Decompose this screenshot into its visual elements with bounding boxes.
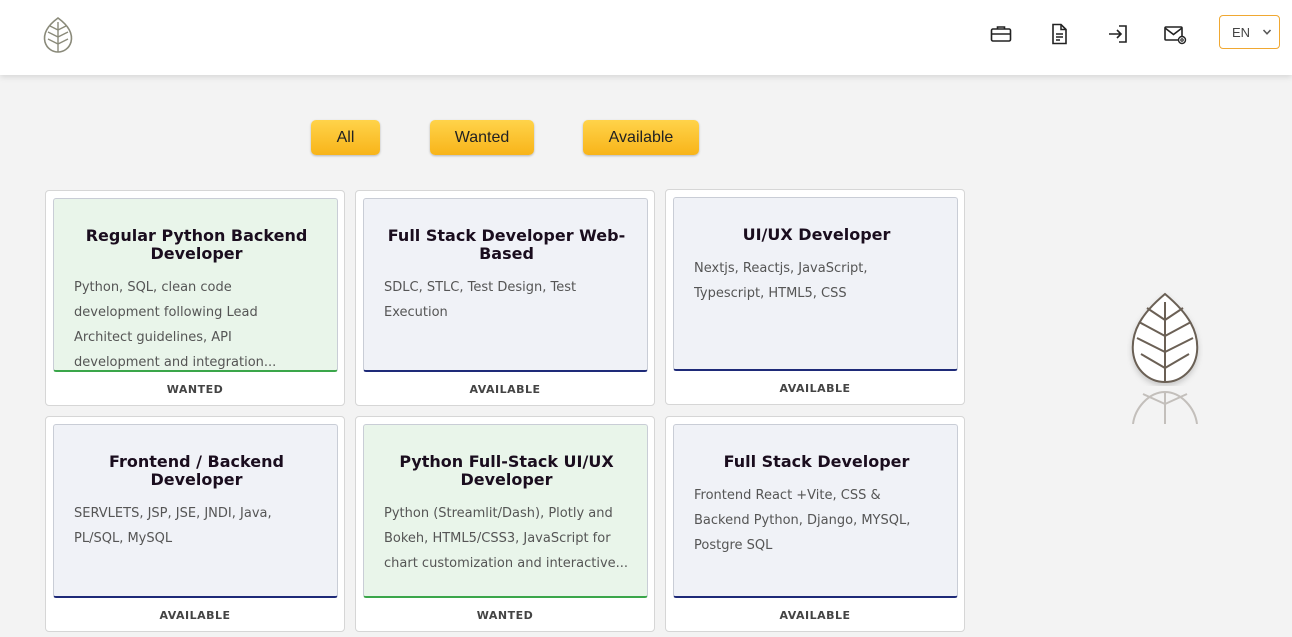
mail-icon[interactable]	[1163, 22, 1187, 46]
language-select[interactable]: EN	[1219, 15, 1280, 49]
job-card-body: Full Stack Developer Frontend React +Vit…	[673, 424, 958, 598]
job-description: SDLC, STLC, Test Design, Test Execution	[384, 280, 577, 320]
job-title: Full Stack Developer Web-Based	[387, 226, 626, 263]
job-card[interactable]: Regular Python Backend Developer Python,…	[45, 190, 345, 406]
filter-all-button[interactable]: All	[311, 120, 380, 155]
top-header: EN	[0, 0, 1292, 75]
job-description: Nextjs, Reactjs, JavaScript, Typescript,…	[694, 261, 868, 301]
job-card[interactable]: Full Stack Developer Web-Based SDLC, STL…	[355, 190, 655, 406]
job-card-body: Full Stack Developer Web-Based SDLC, STL…	[363, 198, 648, 372]
job-description: SERVLETS, JSP, JSE, JNDI, Java, PL/SQL, …	[74, 506, 272, 546]
job-title: Frontend / Backend Developer	[109, 452, 284, 489]
job-status: AVAILABLE	[779, 382, 851, 395]
leaf-decoration-icon	[1131, 292, 1199, 384]
job-description: Python (Streamlit/Dash), Plotly and Boke…	[384, 506, 629, 571]
job-title: Full Stack Developer	[723, 452, 910, 471]
job-title: UI/UX Developer	[742, 225, 891, 244]
job-status: WANTED	[476, 609, 534, 622]
job-title: Python Full-Stack UI/UX Developer	[399, 452, 614, 489]
job-description: Frontend React +Vite, CSS & Backend Pyth…	[694, 488, 911, 553]
job-status: AVAILABLE	[159, 609, 231, 622]
chevron-down-icon	[1262, 29, 1272, 35]
job-card-body: Python Full-Stack UI/UX Developer Python…	[363, 424, 648, 598]
job-status: WANTED	[166, 383, 224, 396]
document-icon[interactable]	[1047, 22, 1071, 46]
job-card[interactable]: Frontend / Backend Developer SERVLETS, J…	[45, 416, 345, 632]
job-card-body: UI/UX Developer Nextjs, Reactjs, JavaScr…	[673, 197, 958, 371]
job-card[interactable]: Python Full-Stack UI/UX Developer Python…	[355, 416, 655, 632]
leaf-reflection-icon	[1132, 390, 1198, 424]
leaf-logo-icon[interactable]	[41, 16, 75, 54]
language-value: EN	[1232, 24, 1251, 40]
briefcase-icon[interactable]	[989, 22, 1013, 46]
filter-wanted-button[interactable]: Wanted	[430, 120, 534, 155]
login-icon[interactable]	[1106, 22, 1130, 46]
job-card[interactable]: UI/UX Developer Nextjs, Reactjs, JavaScr…	[665, 189, 965, 405]
job-card-body: Frontend / Backend Developer SERVLETS, J…	[53, 424, 338, 598]
job-card-body: Regular Python Backend Developer Python,…	[53, 198, 338, 372]
job-title: Regular Python Backend Developer	[85, 226, 308, 263]
filter-available-button[interactable]: Available	[583, 120, 699, 155]
job-description: Python, SQL, clean code development foll…	[74, 280, 277, 370]
job-status: AVAILABLE	[469, 383, 541, 396]
job-card[interactable]: Full Stack Developer Frontend React +Vit…	[665, 416, 965, 632]
job-status: AVAILABLE	[779, 609, 851, 622]
